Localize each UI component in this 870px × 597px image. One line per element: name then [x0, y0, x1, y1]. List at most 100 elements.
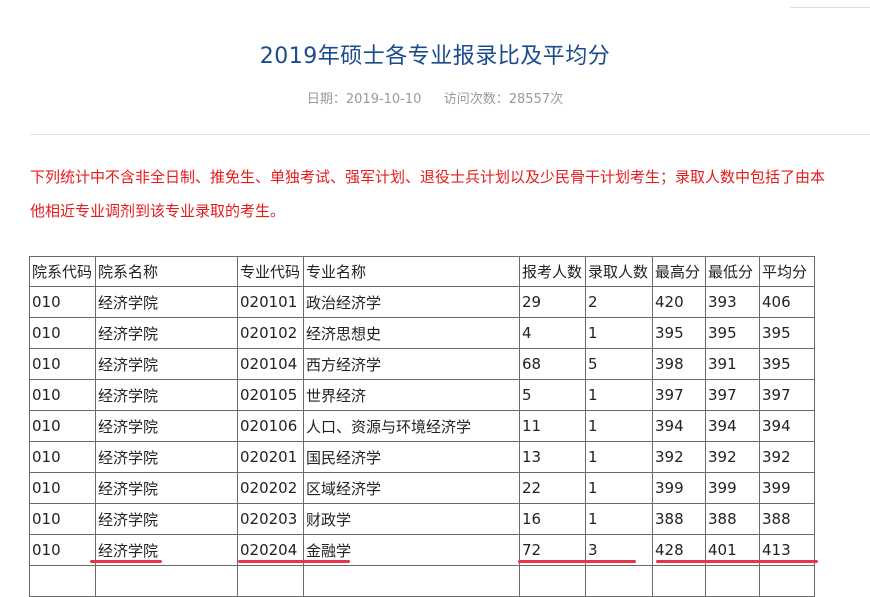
- cell-dept-name: 经济学院: [95, 379, 238, 411]
- cell-max-score: 395: [652, 317, 706, 349]
- cell-dept-code: [29, 565, 96, 597]
- cell-avg-score: 395: [759, 348, 815, 380]
- date-label: 日期：: [306, 92, 346, 107]
- col-header-avg-score: 平均分: [759, 256, 815, 287]
- notice-line-1: 下列统计中不含非全日制、推免生、单独考试、强军计划、退役士兵计划以及少民骨干计划…: [30, 168, 826, 186]
- cell-admitted: [585, 565, 653, 597]
- cell-avg-score: 392: [759, 441, 815, 473]
- cell-major-code: 020101: [237, 286, 304, 318]
- notice-text: 下列统计中不含非全日制、推免生、单独考试、强军计划、退役士兵计划以及少民骨干计划…: [30, 160, 870, 226]
- cell-major-name: 经济思想史: [303, 317, 520, 349]
- cell-dept-code: 010: [29, 379, 96, 411]
- cell-dept-code: 010: [29, 317, 96, 349]
- admission-stats-table: 院系代码 院系名称 专业代码 专业名称 报考人数 录取人数 最高分 最低分 平均…: [29, 256, 815, 597]
- table-row: 010 经济学院 020101 政治经济学 29 2 420 393 406: [29, 286, 815, 318]
- cell-major-name: 政治经济学: [303, 286, 520, 318]
- col-header-admitted: 录取人数: [585, 256, 653, 287]
- cell-applicants: 13: [519, 441, 586, 473]
- col-header-dept-code: 院系代码: [29, 256, 96, 287]
- cell-major-code: 020106: [237, 410, 304, 442]
- cell-admitted: 1: [585, 410, 653, 442]
- table-row: 010 经济学院 020106 人口、资源与环境经济学 11 1 394 394 394: [29, 410, 815, 442]
- cell-dept-code: 010: [29, 503, 96, 535]
- cell-applicants: 16: [519, 503, 586, 535]
- cell-dept-code: 010: [29, 348, 96, 380]
- cell-max-score: 388: [652, 503, 706, 535]
- page-title: 2019年硕士各专业报录比及平均分: [259, 44, 611, 69]
- cell-min-score: 394: [705, 410, 760, 442]
- cell-dept-name: [95, 565, 238, 597]
- cell-max-score: 399: [652, 472, 706, 504]
- cell-dept-code: 010: [29, 472, 96, 504]
- col-header-max-score: 最高分: [652, 256, 706, 287]
- cell-min-score: 393: [705, 286, 760, 318]
- table-row: 010 经济学院 020102 经济思想史 4 1 395 395 395: [29, 317, 815, 349]
- col-header-major-name: 专业名称: [303, 256, 520, 287]
- cell-avg-score: 394: [759, 410, 815, 442]
- cell-admitted: 1: [585, 379, 653, 411]
- cell-min-score: 391: [705, 348, 760, 380]
- table-row: 010 经济学院 020104 西方经济学 68 5 398 391 395: [29, 348, 815, 380]
- cell-major-name: 西方经济学: [303, 348, 520, 380]
- cell-dept-name: 经济学院: [95, 441, 238, 473]
- table-row: [29, 565, 815, 597]
- col-header-major-code: 专业代码: [237, 256, 304, 287]
- cell-major-name: 区域经济学: [303, 472, 520, 504]
- cell-major-name: [303, 565, 520, 597]
- cell-major-name: 人口、资源与环境经济学: [303, 410, 520, 442]
- table-header-row: 院系代码 院系名称 专业代码 专业名称 报考人数 录取人数 最高分 最低分 平均…: [29, 256, 815, 287]
- cell-max-score: 397: [652, 379, 706, 411]
- cell-applicants: 68: [519, 348, 586, 380]
- cell-admitted: 2: [585, 286, 653, 318]
- cell-major-name: 世界经济: [303, 379, 520, 411]
- cell-max-score: 398: [652, 348, 706, 380]
- visits-label: 访问次数：: [443, 92, 509, 107]
- cell-dept-code: 010: [29, 441, 96, 473]
- col-header-applicants: 报考人数: [519, 256, 586, 287]
- highlight-underline: [656, 560, 818, 563]
- cell-applicants: 4: [519, 317, 586, 349]
- visits-unit: 次: [550, 92, 564, 107]
- col-header-min-score: 最低分: [705, 256, 760, 287]
- cell-avg-score: 399: [759, 472, 815, 504]
- cell-max-score: 420: [652, 286, 706, 318]
- cell-admitted: 1: [585, 317, 653, 349]
- cell-dept-name: 经济学院: [95, 503, 238, 535]
- highlight-underline: [518, 560, 636, 563]
- cell-min-score: 397: [705, 379, 760, 411]
- cell-major-code: [237, 565, 304, 597]
- table-row: 010 经济学院 020201 国民经济学 13 1 392 392 392: [29, 441, 815, 473]
- cell-max-score: 394: [652, 410, 706, 442]
- highlight-underline: [238, 560, 350, 563]
- cell-admitted: 1: [585, 441, 653, 473]
- table-row: 010 经济学院 020105 世界经济 5 1 397 397 397: [29, 379, 815, 411]
- cell-applicants: 11: [519, 410, 586, 442]
- cell-avg-score: 395: [759, 317, 815, 349]
- table-row: 010 经济学院 020203 财政学 16 1 388 388 388: [29, 503, 815, 535]
- highlight-underline: [90, 560, 162, 563]
- cell-avg-score: [759, 565, 815, 597]
- notice-line-2: 他相近专业调剂到该专业录取的考生。: [30, 202, 286, 220]
- cell-major-code: 020201: [237, 441, 304, 473]
- cell-dept-name: 经济学院: [95, 472, 238, 504]
- cell-dept-code: 010: [29, 410, 96, 442]
- cell-dept-name: 经济学院: [95, 348, 238, 380]
- cell-admitted: 5: [585, 348, 653, 380]
- cell-major-name: 财政学: [303, 503, 520, 535]
- cell-avg-score: 388: [759, 503, 815, 535]
- cell-dept-name: 经济学院: [95, 317, 238, 349]
- date-value: 2019-10-10: [345, 92, 422, 107]
- cell-avg-score: 406: [759, 286, 815, 318]
- cell-max-score: [652, 565, 706, 597]
- article-meta: 日期：2019-10-10 访问次数：28557次: [0, 88, 870, 107]
- cell-dept-name: 经济学院: [95, 410, 238, 442]
- cell-avg-score: 397: [759, 379, 815, 411]
- cell-applicants: 29: [519, 286, 586, 318]
- visits-count: 28557: [508, 92, 551, 107]
- cell-min-score: 392: [705, 441, 760, 473]
- cell-applicants: 22: [519, 472, 586, 504]
- cell-admitted: 1: [585, 503, 653, 535]
- cell-major-code: 020104: [237, 348, 304, 380]
- cell-major-code: 020203: [237, 503, 304, 535]
- top-divider: [790, 7, 870, 8]
